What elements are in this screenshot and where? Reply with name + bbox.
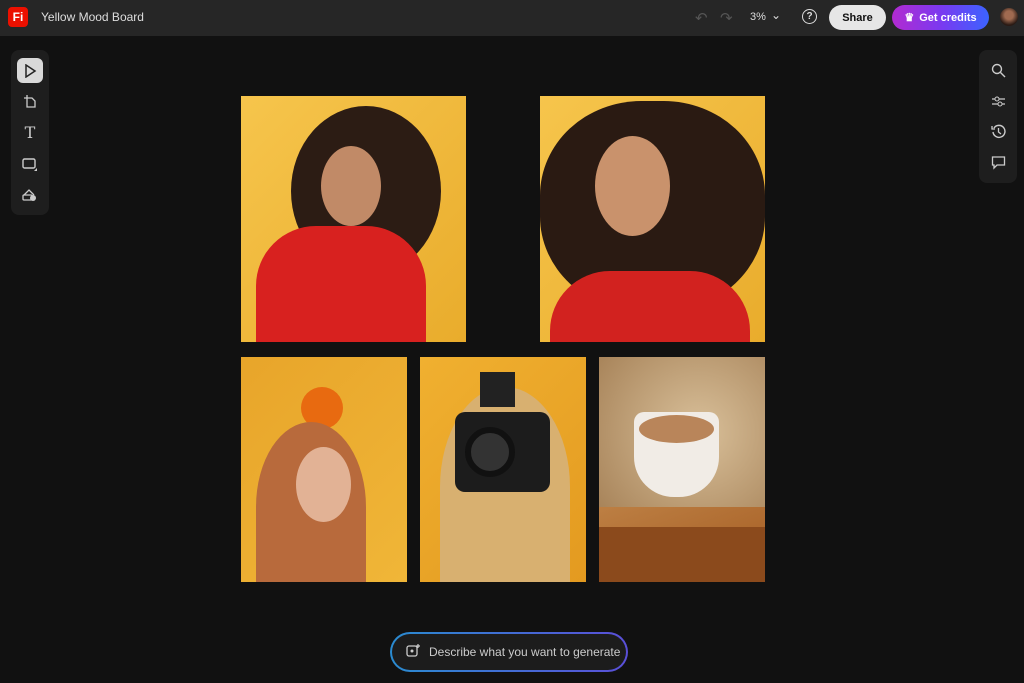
left-toolbar: T: [11, 50, 49, 215]
image-woman-laughing-hand-on-cheek[interactable]: [540, 96, 765, 342]
select-icon[interactable]: [17, 58, 43, 83]
rectangle-icon[interactable]: [17, 151, 43, 176]
chevron-down-icon[interactable]: ⌄: [771, 8, 781, 22]
undo-icon[interactable]: ↶: [695, 9, 708, 27]
prompt-placeholder: Describe what you want to generate: [429, 645, 621, 659]
right-toolbar: [979, 50, 1017, 183]
crown-icon: ♛: [904, 12, 915, 24]
get-credits-label: Get credits: [919, 11, 977, 24]
search-icon[interactable]: [985, 58, 1011, 83]
image-woman-orange-on-head[interactable]: [241, 357, 407, 582]
history-icon[interactable]: [985, 120, 1011, 145]
generate-image-icon[interactable]: [17, 182, 43, 207]
app-logo[interactable]: Fi: [8, 7, 28, 27]
text-icon[interactable]: T: [17, 120, 43, 145]
generate-prompt-input[interactable]: Describe what you want to generate: [390, 632, 628, 672]
comment-icon[interactable]: [985, 150, 1011, 175]
generate-icon: [406, 643, 421, 661]
image-woman-red-shirt-smiling[interactable]: [241, 96, 466, 342]
get-credits-button[interactable]: ♛ Get credits: [892, 5, 989, 30]
crop-icon[interactable]: [17, 89, 43, 114]
document-title[interactable]: Yellow Mood Board: [41, 10, 144, 24]
adjust-icon[interactable]: [985, 89, 1011, 114]
zoom-level[interactable]: 3%: [750, 11, 766, 23]
image-coffee-cup-autumn[interactable]: [599, 357, 765, 582]
image-person-with-camera[interactable]: [420, 357, 586, 582]
help-icon[interactable]: ?: [802, 9, 817, 24]
top-bar: Fi Yellow Mood Board ↶ ↷ 3% ⌄ ? Share ♛ G…: [0, 0, 1024, 36]
redo-icon[interactable]: ↷: [720, 9, 733, 27]
share-button[interactable]: Share: [829, 5, 886, 30]
avatar[interactable]: [1000, 8, 1018, 26]
